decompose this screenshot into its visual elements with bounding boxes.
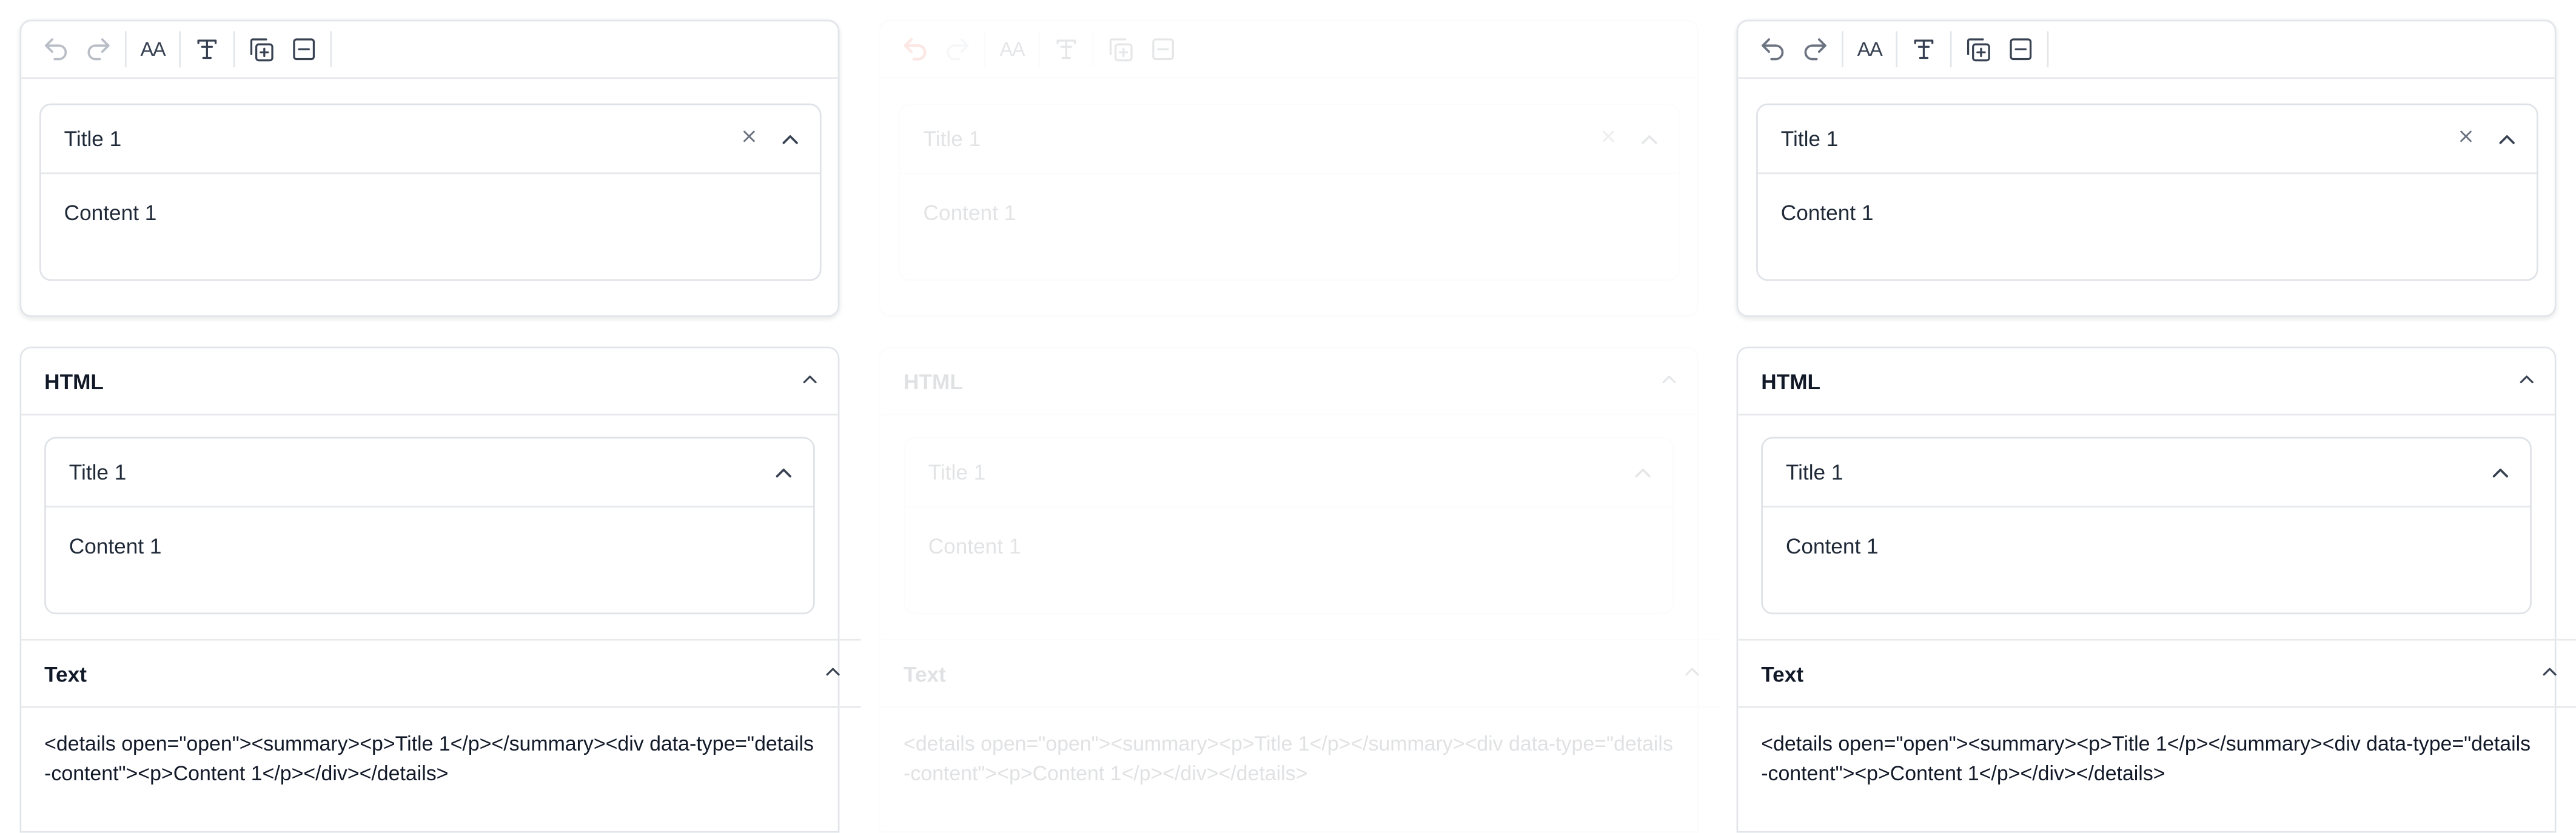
html-panel-label: HTML xyxy=(1761,369,1821,393)
details-preview: Title 1 Content 1 xyxy=(904,437,1674,615)
text-panel-header[interactable]: Text xyxy=(880,638,1720,708)
html-panel-header[interactable]: HTML xyxy=(1738,348,2555,416)
details-preview: Title 1 Content 1 xyxy=(44,437,815,615)
redo-icon[interactable] xyxy=(1794,28,1836,70)
details-preview: Title 1 Content 1 xyxy=(1761,437,2532,615)
toolbar-divider xyxy=(2047,31,2049,68)
toolbar-divider xyxy=(179,31,181,68)
details-content[interactable]: Content 1 xyxy=(901,174,1679,251)
remove-details-icon[interactable] xyxy=(283,28,325,70)
redo-icon[interactable] xyxy=(77,28,119,70)
editor-card: AA Title 1 Content 1 xyxy=(1736,19,2557,317)
close-icon[interactable] xyxy=(1597,125,1620,148)
text-panel-label: Text xyxy=(904,661,946,686)
details-content[interactable]: Content 1 xyxy=(1758,174,2537,251)
toolbar-divider xyxy=(1038,31,1040,68)
details-title[interactable]: Title 1 xyxy=(924,127,981,152)
remove-details-icon[interactable] xyxy=(1999,28,2042,70)
clear-format-icon[interactable] xyxy=(1902,28,1945,70)
details-preview-summary[interactable]: Title 1 xyxy=(905,438,1672,508)
details-preview-content-text: Content 1 xyxy=(69,534,162,559)
editor-toolbar: AA xyxy=(1738,21,2555,79)
chevron-up-icon[interactable] xyxy=(777,127,803,153)
text-size-icon[interactable]: AA xyxy=(991,28,1033,70)
toolbar-divider xyxy=(233,31,235,68)
clear-format-icon[interactable] xyxy=(1045,28,1087,70)
redo-icon[interactable] xyxy=(936,28,979,70)
details-content-text[interactable]: Content 1 xyxy=(64,201,157,226)
clear-format-icon[interactable] xyxy=(186,28,228,70)
text-output: <details open="open"><summary><p>Title 1… xyxy=(44,732,814,785)
text-panel-label: Text xyxy=(44,661,87,686)
details-block: Title 1 Content 1 xyxy=(39,103,822,281)
chevron-up-icon[interactable] xyxy=(1630,460,1656,486)
text-panel-header[interactable]: Text xyxy=(1738,638,2576,708)
details-preview-title: Title 1 xyxy=(928,460,986,485)
text-size-icon[interactable]: AA xyxy=(1848,28,1891,70)
toolbar-divider xyxy=(124,31,127,68)
add-details-icon[interactable] xyxy=(1957,28,1999,70)
details-preview-content-text: Content 1 xyxy=(928,534,1021,559)
undo-icon[interactable] xyxy=(35,28,77,70)
chevron-up-icon[interactable] xyxy=(2494,127,2520,153)
text-panel-label: Text xyxy=(1761,661,1804,686)
toolbar-divider xyxy=(1950,31,1952,68)
chevron-up-icon[interactable] xyxy=(2538,660,2561,683)
details-summary[interactable]: Title 1 xyxy=(41,105,820,175)
text-output: <details open="open"><summary><p>Title 1… xyxy=(904,732,1673,785)
close-icon[interactable] xyxy=(2455,125,2478,148)
chevron-up-icon[interactable] xyxy=(2487,460,2514,486)
details-block: Title 1 Content 1 xyxy=(898,103,1681,281)
editor-toolbar: AA xyxy=(21,21,838,79)
chevron-up-icon[interactable] xyxy=(1658,368,1681,391)
details-preview-content-text: Content 1 xyxy=(1785,534,1879,559)
add-details-icon[interactable] xyxy=(240,28,283,70)
details-preview-title: Title 1 xyxy=(1785,460,1843,485)
chevron-up-icon[interactable] xyxy=(771,460,797,486)
html-panel: HTML Title 1 Content 1 Text <details ope… xyxy=(879,346,1720,833)
toolbar-divider xyxy=(1092,31,1095,68)
close-icon[interactable] xyxy=(737,125,760,148)
remove-details-icon[interactable] xyxy=(1142,28,1184,70)
editor-card: AA Title 1 Content 1 xyxy=(879,19,1699,317)
details-preview-content: Content 1 xyxy=(46,507,813,584)
toolbar-divider xyxy=(1841,31,1843,68)
html-panel-label: HTML xyxy=(904,369,963,393)
details-title[interactable]: Title 1 xyxy=(64,127,122,152)
details-summary[interactable]: Title 1 xyxy=(1757,105,2537,175)
details-content-text[interactable]: Content 1 xyxy=(924,201,1016,226)
chevron-up-icon[interactable] xyxy=(2515,368,2538,391)
details-title[interactable]: Title 1 xyxy=(1781,127,1839,152)
chevron-up-icon[interactable] xyxy=(799,368,822,391)
details-summary[interactable]: Title 1 xyxy=(900,105,1679,175)
undo-icon[interactable] xyxy=(1751,28,1794,70)
html-panel-header[interactable]: HTML xyxy=(21,348,838,416)
text-panel-header[interactable]: Text xyxy=(21,638,861,708)
toolbar-divider xyxy=(984,31,986,68)
chevron-up-icon[interactable] xyxy=(1680,660,1703,683)
details-block: Title 1 Content 1 xyxy=(1756,103,2538,281)
html-panel-label: HTML xyxy=(44,369,104,393)
text-output: <details open="open"><summary><p>Title 1… xyxy=(1761,732,2531,785)
text-size-icon[interactable]: AA xyxy=(132,28,174,70)
add-details-icon[interactable] xyxy=(1099,28,1141,70)
editor-toolbar: AA xyxy=(880,21,1697,79)
html-panel-header[interactable]: HTML xyxy=(880,348,1697,416)
details-preview-content: Content 1 xyxy=(1763,507,2530,584)
details-preview-summary[interactable]: Title 1 xyxy=(45,438,814,508)
toolbar-divider xyxy=(1896,31,1898,68)
chevron-up-icon[interactable] xyxy=(1636,127,1662,153)
undo-icon[interactable] xyxy=(894,28,936,70)
details-content-text[interactable]: Content 1 xyxy=(1781,201,1874,226)
editor-card: AA Title 1 Content 1 xyxy=(19,19,840,317)
html-panel: HTML Title 1 Content 1 Text <details ope… xyxy=(19,346,861,833)
details-preview-content: Content 1 xyxy=(905,507,1672,584)
details-content[interactable]: Content 1 xyxy=(41,174,820,251)
toolbar-divider xyxy=(330,31,332,68)
chevron-up-icon[interactable] xyxy=(822,660,845,683)
details-preview-summary[interactable]: Title 1 xyxy=(1762,438,2531,508)
html-panel: HTML Title 1 Content 1 Text <details ope… xyxy=(1736,346,2576,833)
details-preview-title: Title 1 xyxy=(69,460,127,485)
